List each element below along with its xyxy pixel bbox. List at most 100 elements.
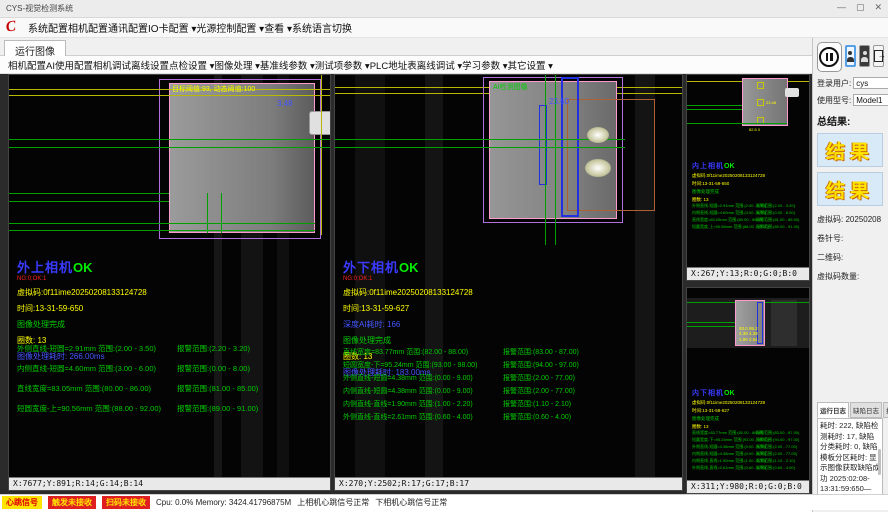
camera1-subcount: NG:0;OK:1 xyxy=(17,276,147,282)
toolbar-button[interactable]: AI使用配置 xyxy=(46,61,93,72)
overlay-line-green xyxy=(687,109,742,110)
overlay-line-yellow xyxy=(9,95,330,96)
status-bar: 心跳信号 触发未接收 扫码未接收 Cpu: 0.0% Memory: 3424.… xyxy=(0,494,888,510)
overlay-line-green xyxy=(335,147,625,148)
result-ok-text: OK xyxy=(724,163,735,170)
virtual-code-text: 虚拟码:0f11ime20250208133124728 xyxy=(17,287,147,298)
camera3-status-bar: X:267;Y:13;R:0;G:0;B:0 xyxy=(687,267,809,280)
result-ok-text: OK xyxy=(724,390,735,397)
window-title: CYS-视觉检测系统 xyxy=(6,3,73,14)
toolbar-button[interactable]: 点检设置 ▾ xyxy=(169,61,214,72)
log-tab[interactable]: 运行日志 xyxy=(817,402,849,418)
user-switch-button[interactable] xyxy=(859,45,870,67)
log-scrollbar[interactable] xyxy=(878,449,881,475)
menu-items: 系统配置相机配置通讯配置IO卡配置 ▾光源控制配置 ▾查看 ▾系统语言切换 xyxy=(28,19,352,37)
menu-item[interactable]: IO卡配置 ▾ xyxy=(148,24,196,35)
toolbar-button[interactable]: 学习参数 ▾ xyxy=(462,61,507,72)
menu-item[interactable]: 光源控制配置 ▾ xyxy=(196,24,264,35)
toolbar-button[interactable]: 相机调试 xyxy=(93,61,131,72)
menu-item[interactable]: 通讯配置 xyxy=(108,24,148,35)
toolbar-button[interactable]: 其它设置 ▾ xyxy=(508,61,553,72)
model-label: 使用型号: xyxy=(817,95,851,106)
overlay-line-green xyxy=(687,123,787,124)
overlay-line-green xyxy=(207,193,208,233)
lower-cam-heartbeat-text: 下相机心跳信号正常 xyxy=(375,497,447,508)
trigger-badge: 触发未接收 xyxy=(48,496,96,509)
title-bar: CYS-视觉检测系统 — ▢ ✕ xyxy=(0,0,888,18)
menu-item[interactable]: 系统语言切换 xyxy=(292,24,352,35)
toolbar-button[interactable]: 图像处理 ▾ xyxy=(214,61,259,72)
camera1-panel: 目标阈值:93, 动态阈值:100 3.48 外上相机OK NG:0;OK:1 … xyxy=(8,74,331,491)
toolbar-button[interactable]: 测试项参数 ▾ xyxy=(315,61,370,72)
menu-item[interactable]: 查看 ▾ xyxy=(264,24,292,35)
overlay-roi-orange xyxy=(567,99,655,211)
texture-band xyxy=(771,300,797,346)
exit-button[interactable] xyxy=(873,45,884,67)
menu-item[interactable]: 相机配置 xyxy=(68,24,108,35)
overlay-line-yellow xyxy=(9,89,330,90)
overlay-line-green xyxy=(9,147,330,148)
threshold-overlay-text: 目标阈值:93, 动态阈值:100 xyxy=(172,84,255,94)
minimize-icon[interactable]: — xyxy=(837,2,846,13)
log-tab[interactable]: 缺陷日志 xyxy=(850,402,882,418)
overlay-line-green xyxy=(9,223,315,224)
menu-bar: C 系统配置相机配置通讯配置IO卡配置 ▾光源控制配置 ▾查看 ▾系统语言切换 xyxy=(0,18,888,38)
log-textarea[interactable]: 耗时: 222, 缺陷检测耗时: 17, 缺陷分类耗时: 0, 缺陷模板分区耗时… xyxy=(817,418,883,506)
measure-overlay-value: 3.48 xyxy=(277,99,293,108)
toolbar-button[interactable]: 离线调试 ▾ xyxy=(417,61,462,72)
process-done-text: 图像处理完成 xyxy=(692,189,765,195)
camera3-panel: 23.48 82.5 0 内上相机OK 虚拟码:0f11ime202502081… xyxy=(686,74,810,281)
overlay-line-green xyxy=(9,201,169,202)
camera1-status-bar: X:7677;Y:891;R:14;G:14;B:14 xyxy=(9,477,330,490)
camera2-title: 外下相机OK xyxy=(343,257,473,276)
toolbar: 相机配置AI使用配置相机调试离线设置点检设置 ▾图像处理 ▾基准线参数 ▾测试项… xyxy=(0,56,812,74)
camera2-panel: AI检测图像 23.60 外下相机OK NG:0;OK:1 虚拟码:0f11im… xyxy=(334,74,683,491)
pause-icon xyxy=(819,47,839,67)
toolbar-button[interactable]: PLC地址表 xyxy=(370,61,417,72)
tab-strip: 运行图像 xyxy=(0,38,812,56)
reflection-highlight xyxy=(585,159,611,177)
overlay-line-green xyxy=(545,75,546,245)
upper-cam-heartbeat-text: 上相机心跳信号正常 xyxy=(297,497,369,508)
measure-overlay-value: 23.60 xyxy=(549,97,569,106)
maximize-icon[interactable]: ▢ xyxy=(856,2,865,13)
log-tab[interactable]: 报警日志 xyxy=(883,402,888,418)
camera2-subcount: NG:0;OK:1 xyxy=(343,276,473,282)
user-dark-icon xyxy=(861,51,868,62)
toolbar-button[interactable]: 离线设置 xyxy=(131,61,169,72)
result-ok-text: OK xyxy=(399,260,419,275)
user-login-button[interactable] xyxy=(845,45,856,67)
toolbar-button[interactable]: 基准线参数 ▾ xyxy=(260,61,315,72)
camera2-viewport[interactable]: AI检测图像 23.60 外下相机OK NG:0;OK:1 虚拟码:0f11im… xyxy=(335,75,682,479)
toolbar-button[interactable]: 相机配置 xyxy=(8,61,46,72)
camera3-viewport[interactable]: 23.48 82.5 0 内上相机OK 虚拟码:0f11ime202502081… xyxy=(687,75,809,269)
time-text: 时间:13-31-59-650 xyxy=(692,181,765,187)
overlay-line-yellow xyxy=(321,75,322,235)
overlay-box-yellow xyxy=(757,82,764,89)
connector-part xyxy=(309,111,330,135)
process-done-text: 图像处理完成 xyxy=(17,319,147,330)
exit-door-icon xyxy=(874,50,883,62)
overlay-line-green xyxy=(9,139,330,140)
menu-item[interactable]: 系统配置 xyxy=(28,24,68,35)
needle-label: 卷针号: xyxy=(817,233,884,244)
camera1-viewport[interactable]: 目标阈值:93, 动态阈值:100 3.48 外上相机OK NG:0;OK:1 … xyxy=(9,75,330,479)
log-tabs: 运行日志缺陷日志报警日志 xyxy=(817,402,884,418)
close-icon[interactable]: ✕ xyxy=(874,2,882,13)
toolbar-items: 相机配置AI使用配置相机调试离线设置点检设置 ▾图像处理 ▾基准线参数 ▾测试项… xyxy=(8,56,553,74)
app-logo-icon: C xyxy=(5,18,17,36)
cpu-memory-text: Cpu: 0.0% Memory: 3424.41796875M xyxy=(156,498,291,507)
heartbeat-badge: 心跳信号 xyxy=(2,496,42,509)
scan-badge: 扫码未接收 xyxy=(102,496,150,509)
camera4-panel: 93.0 95.24.38 4.381.90 2.61 内下相机OK 虚拟码:0… xyxy=(686,287,810,494)
login-user-input[interactable] xyxy=(853,77,888,89)
pause-button[interactable] xyxy=(817,42,842,72)
camera4-viewport[interactable]: 93.0 95.24.38 4.381.90 2.61 内下相机OK 虚拟码:0… xyxy=(687,288,809,482)
tab-run-image[interactable]: 运行图像 xyxy=(4,40,66,56)
model-input[interactable] xyxy=(853,94,888,106)
ai-time-text: 深度AI耗时: 166 xyxy=(343,319,473,330)
control-panel: 登录用户: 使用型号: 总结果: 结果 结果 虚拟码: 20250208 卷针号… xyxy=(812,38,888,512)
virtual-code-label: 虚拟码: 20250208 xyxy=(817,214,884,225)
overlay-line-green xyxy=(687,105,742,106)
overlay-box-yellow xyxy=(757,99,764,106)
